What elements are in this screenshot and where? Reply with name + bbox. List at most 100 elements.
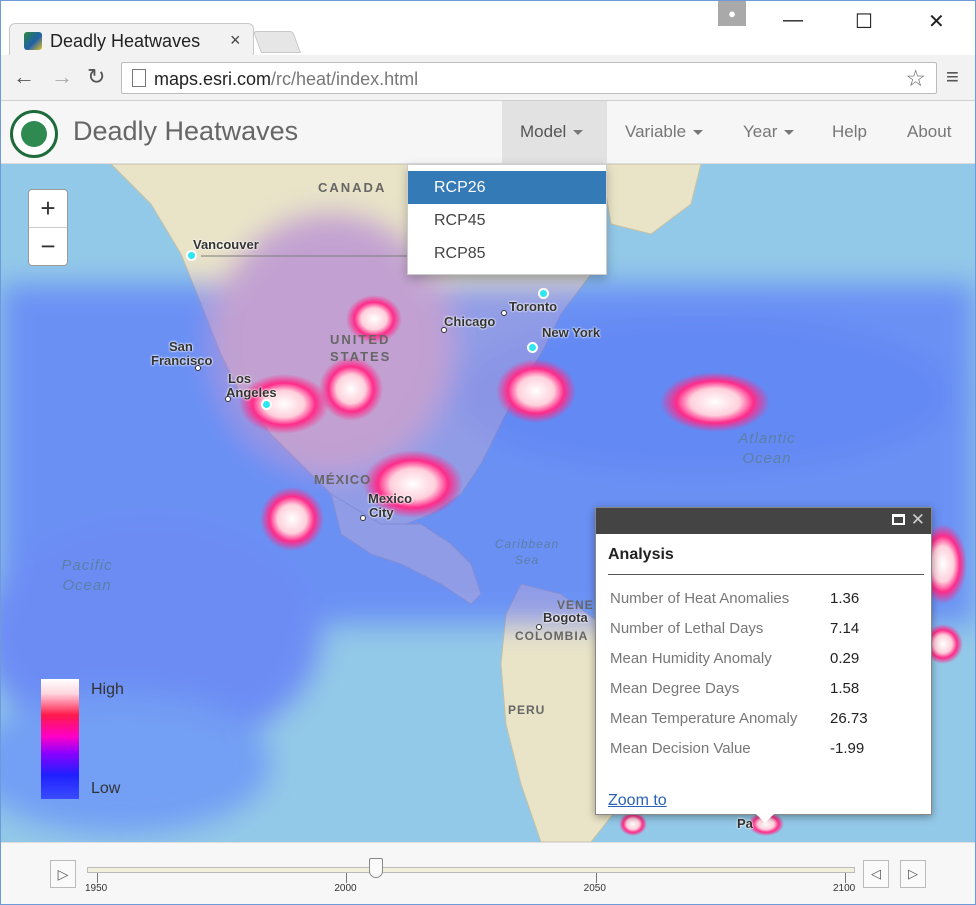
nav-help[interactable]: Help (814, 101, 885, 163)
city-marker[interactable] (527, 342, 538, 353)
nav-about[interactable]: About (889, 101, 969, 163)
city-marker[interactable] (261, 399, 272, 410)
close-icon[interactable]: ✕ (911, 510, 925, 530)
forward-arrow-icon[interactable]: → (51, 64, 73, 90)
timeline-tick-label: 2100 (833, 883, 856, 894)
bookmark-star-icon[interactable]: ☆ (905, 65, 926, 92)
slider-track[interactable] (87, 867, 855, 873)
user-profile-icon[interactable]: ● (718, 1, 746, 26)
city-label: Toronto (509, 299, 558, 314)
model-option-rcp85[interactable]: RCP85 (408, 237, 606, 270)
country-label: UNITED (330, 332, 391, 347)
row-label: Number of Lethal Days (610, 619, 764, 637)
ocean-label-pacific: Pacific Ocean (61, 557, 113, 594)
popup-title: Analysis (608, 546, 674, 563)
ocean-label-atlantic: Atlantic Ocean (738, 430, 796, 467)
globe-favicon-icon (24, 32, 42, 50)
row-label: Mean Temperature Anomaly (610, 709, 798, 727)
new-tab-button[interactable] (252, 31, 302, 53)
country-label: PERU (508, 703, 546, 717)
nav-variable-label: Variable (625, 122, 687, 141)
country-label: CANADA (318, 180, 387, 195)
close-window-button[interactable]: ✕ (928, 9, 945, 34)
table-row: Mean Temperature Anomaly 26.73 (606, 703, 872, 733)
nav-model-label: Model (520, 122, 567, 141)
city-label: City (369, 505, 394, 520)
table-row: Mean Humidity Anomaly 0.29 (606, 643, 872, 673)
popup-titlebar: ✕ (596, 508, 931, 534)
sea-label-caribbean: Caribbean Sea (494, 537, 560, 567)
zoom-in-button[interactable]: + (29, 190, 67, 228)
timeline-tick (595, 873, 597, 883)
tab-title: Deadly Heatwaves (50, 31, 201, 51)
nav-year[interactable]: Year (725, 101, 812, 163)
play-button[interactable]: ▷ (50, 860, 76, 888)
city-dot (501, 310, 507, 316)
table-row: Number of Lethal Days 7.14 (606, 613, 872, 643)
caret-down-icon (573, 130, 584, 136)
city-label: San (169, 339, 193, 354)
row-value: 26.73 (830, 709, 868, 727)
row-value: -1.99 (830, 739, 865, 757)
minimize-button[interactable]: — (783, 9, 803, 32)
app-title: Deadly Heatwaves (73, 116, 299, 146)
zoom-control: + − (28, 189, 68, 266)
maximize-icon[interactable] (892, 514, 905, 525)
city-label: Francisco (151, 353, 213, 368)
nav-variable[interactable]: Variable (607, 101, 721, 163)
maximize-button[interactable]: ☐ (855, 9, 873, 34)
reload-icon[interactable]: ↻ (87, 64, 105, 90)
row-label: Mean Decision Value (610, 739, 751, 757)
row-label: Mean Humidity Anomaly (610, 649, 772, 667)
time-slider: ▷ 1950 2000 2050 2100 ◁ ▷ (1, 842, 975, 904)
city-label: Angeles (226, 385, 277, 400)
previous-step-button[interactable]: ◁ (863, 860, 889, 888)
tab-close-icon[interactable]: × (230, 30, 241, 51)
row-label: Mean Degree Days (610, 679, 740, 697)
city-dot (225, 396, 231, 402)
nav-year-label: Year (743, 122, 778, 141)
nav-model[interactable]: Model (502, 101, 607, 163)
timeline-tick-label: 1950 (85, 883, 108, 894)
url-text: maps.esri.com/rc/heat/index.html (154, 69, 419, 89)
seal-logo (10, 110, 58, 158)
country-label: COLOMBIA (515, 629, 589, 643)
model-option-rcp45[interactable]: RCP45 (408, 204, 606, 237)
city-label: Los (228, 371, 252, 386)
timeline-tick-label: 2050 (583, 883, 606, 894)
zoom-to-link[interactable]: Zoom to (608, 792, 667, 810)
city-dot (441, 327, 447, 333)
row-value: 0.29 (830, 649, 860, 667)
city-label: Vancouver (193, 237, 259, 252)
back-arrow-icon[interactable]: ← (13, 64, 35, 90)
analysis-table: Number of Heat Anomalies 1.36 Number of L… (606, 583, 872, 763)
city-marker[interactable] (538, 288, 549, 299)
browser-tab[interactable]: Deadly Heatwaves × (9, 23, 254, 56)
heat-legend-bar (41, 679, 79, 799)
row-label: Number of Heat Anomalies (610, 589, 790, 607)
browser-menu-icon[interactable]: ≡ (946, 64, 959, 90)
browser-window: Deadly Heatwaves × ● — ☐ ✕ ← → ↻ maps.es… (0, 0, 976, 905)
timeline-tick-label: 2000 (334, 883, 357, 894)
browser-toolbar: ← → ↻ maps.esri.com/rc/heat/index.html ☆… (1, 55, 975, 101)
city-label: Pa (737, 816, 753, 831)
analysis-popup: ✕ Analysis Number of Heat Anomalies 1.36 … (595, 507, 932, 823)
caret-down-icon (784, 130, 795, 136)
city-dot (195, 365, 201, 371)
timeline-tick (346, 873, 348, 883)
slider-thumb[interactable] (369, 858, 384, 878)
legend-high-label: High (91, 681, 124, 698)
row-value: 1.36 (830, 589, 860, 607)
table-row: Mean Decision Value -1.99 (606, 733, 872, 763)
tab-strip: Deadly Heatwaves × ● — ☐ ✕ (1, 1, 975, 56)
model-option-rcp26[interactable]: RCP26 (408, 171, 606, 204)
nav-help-label: Help (832, 122, 867, 141)
address-bar[interactable]: maps.esri.com/rc/heat/index.html ☆ (121, 62, 937, 94)
country-label: MÉXICO (314, 472, 372, 487)
caret-down-icon (693, 130, 704, 136)
city-label: New York (542, 325, 601, 340)
table-row: Mean Degree Days 1.58 (606, 673, 872, 703)
table-row: Number of Heat Anomalies 1.36 (606, 583, 872, 613)
zoom-out-button[interactable]: − (29, 228, 67, 266)
next-step-button[interactable]: ▷ (900, 860, 926, 888)
